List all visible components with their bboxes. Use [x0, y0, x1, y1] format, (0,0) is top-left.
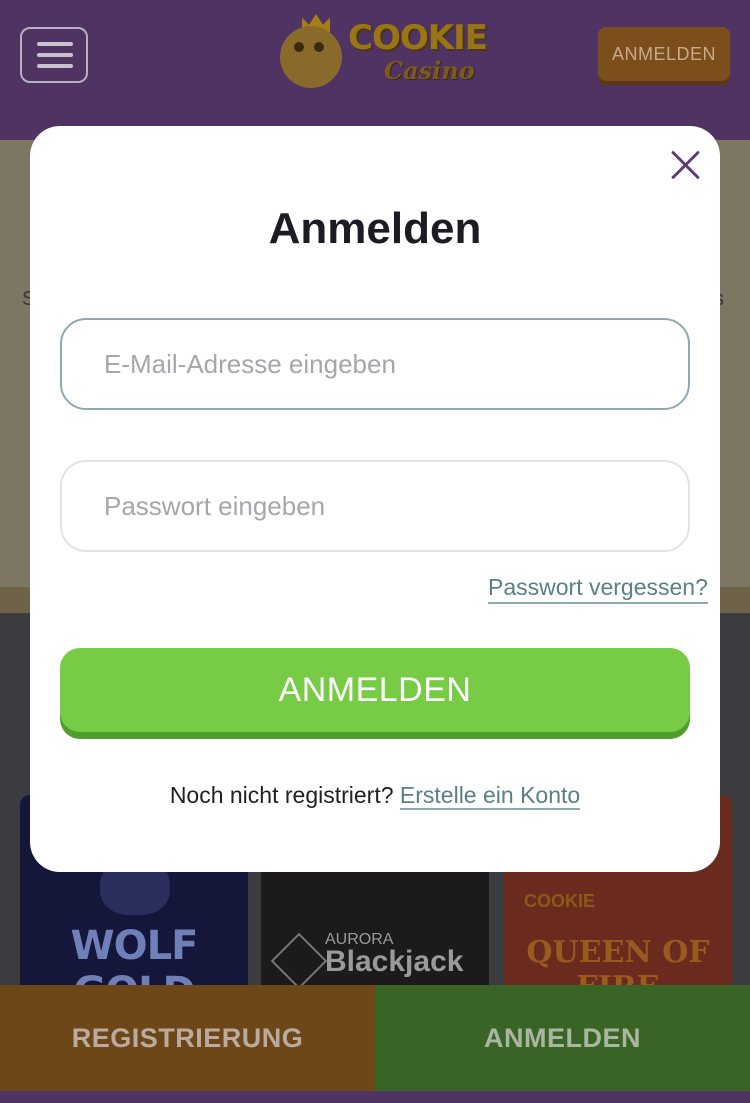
login-submit-button[interactable]: ANMELDEN — [60, 648, 690, 732]
menu-line — [37, 53, 73, 57]
game-title: Blackjack — [325, 945, 464, 978]
cookie-mascot-icon — [280, 26, 342, 88]
login-modal: Anmelden Passwort vergessen? ANMELDEN No… — [30, 126, 720, 872]
forgot-password-link[interactable]: Passwort vergessen? — [488, 572, 708, 604]
menu-line — [37, 42, 73, 46]
password-input[interactable] — [62, 462, 688, 550]
mini-logo: COOKIE — [524, 891, 596, 911]
logo-word-casino: Casino — [384, 56, 475, 85]
close-icon[interactable] — [668, 146, 704, 182]
menu-line — [37, 64, 73, 68]
bottom-edge — [0, 1091, 750, 1103]
create-account-link[interactable]: Erstelle ein Konto — [399, 782, 581, 810]
bottom-action-bar: REGISTRIERUNG ANMELDEN — [0, 985, 750, 1091]
header-login-button[interactable]: ANMELDEN — [598, 27, 730, 81]
register-prompt: Noch nicht registriert? Erstelle ein Kon… — [30, 782, 720, 810]
site-header: COOKIE Casino ANMELDEN — [0, 0, 750, 140]
register-prompt-text: Noch nicht registriert? — [169, 782, 400, 808]
modal-title: Anmelden — [268, 204, 482, 253]
password-field — [60, 460, 690, 552]
email-field — [60, 318, 690, 410]
email-input[interactable] — [62, 320, 688, 408]
hamburger-menu-icon[interactable] — [20, 27, 88, 83]
cookie-casino-logo[interactable]: COOKIE Casino — [272, 12, 488, 96]
bottom-register-button[interactable]: REGISTRIERUNG — [0, 985, 375, 1091]
logo-word-cookie: COOKIE — [348, 18, 488, 58]
bottom-login-button[interactable]: ANMELDEN — [375, 985, 750, 1091]
